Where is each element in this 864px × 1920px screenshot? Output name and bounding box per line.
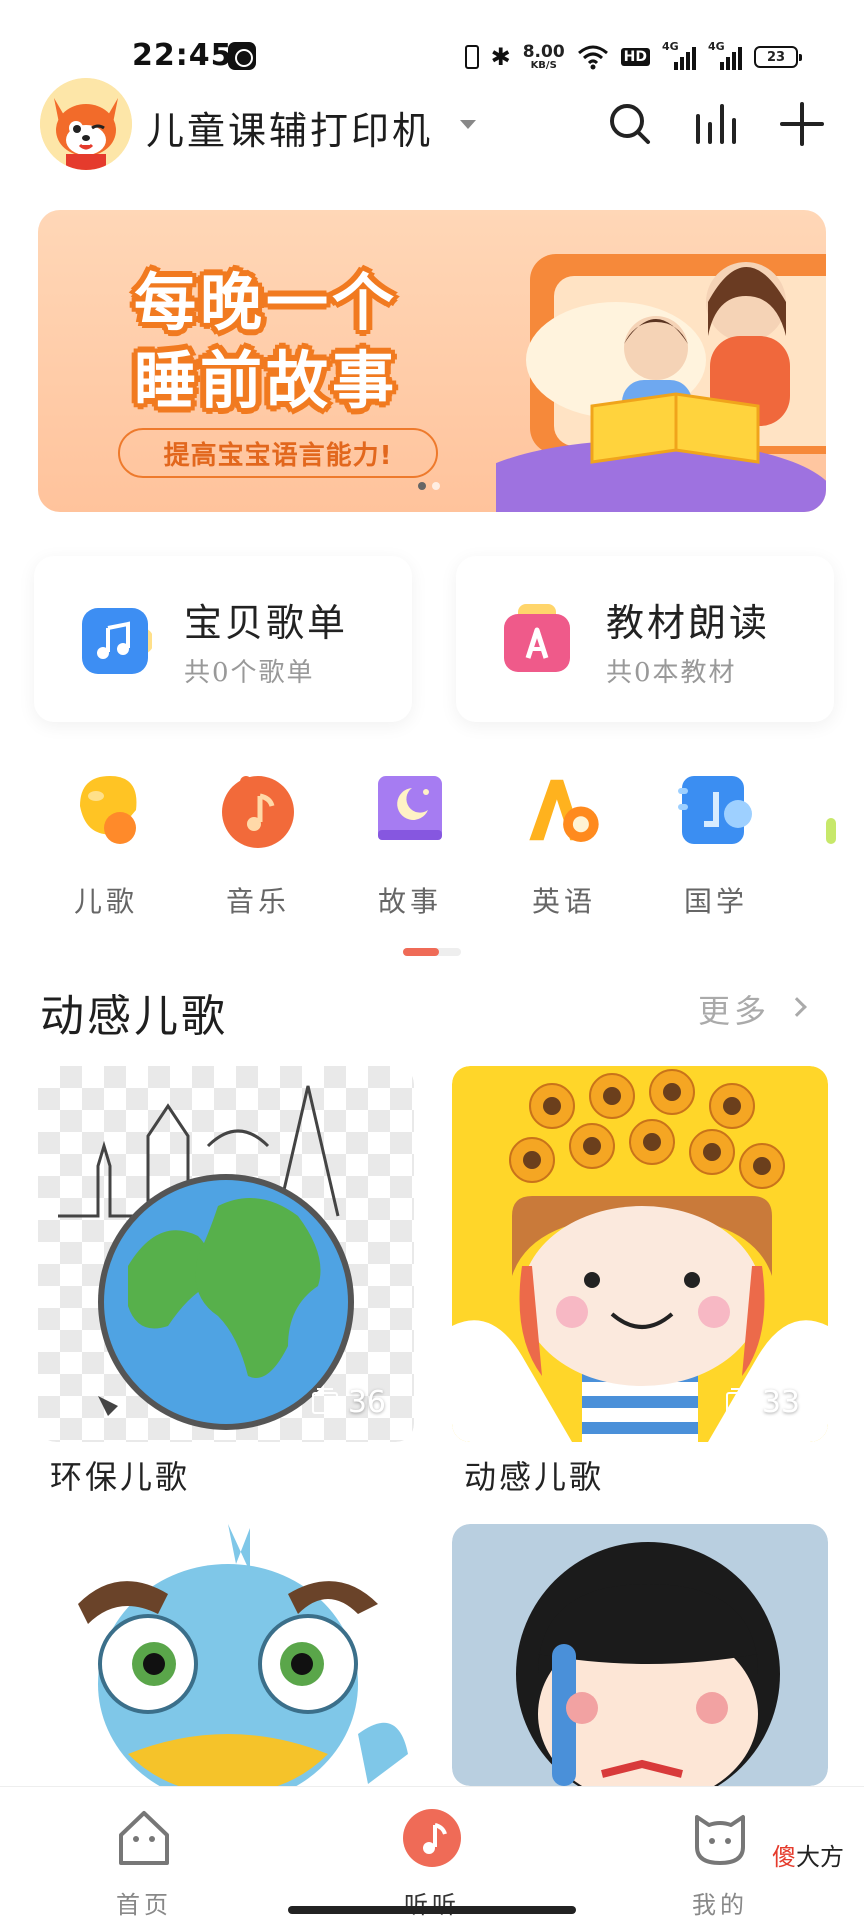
banner-title-line-2: 睡前故事 <box>134 344 399 417</box>
fox-avatar[interactable] <box>40 78 132 170</box>
banner-dot <box>432 482 440 490</box>
top-header: 儿童课辅打印机 <box>0 78 864 178</box>
music-note-icon <box>403 1809 461 1867</box>
banner-subtitle: 提高宝宝语言能力! <box>118 428 438 478</box>
album-cover: 33 <box>452 1066 828 1442</box>
playlist-icon <box>725 1387 752 1414</box>
scroll-book-icon <box>678 776 752 844</box>
wifi-icon <box>577 45 608 70</box>
watermark: 傻大方 <box>772 1837 844 1872</box>
baby-playlist-card[interactable]: 宝贝歌单 共0个歌单 <box>34 556 412 722</box>
textbook-reading-card[interactable]: 教材朗读 共0本教材 <box>456 556 834 722</box>
scroll-indicator-thumb <box>403 948 439 956</box>
banner-pagination <box>418 482 440 490</box>
textbook-reading-title: 教材朗读 <box>606 601 771 645</box>
search-icon[interactable] <box>604 98 656 150</box>
network-speed-unit: KB/S <box>530 59 557 71</box>
letters-icon <box>529 779 599 842</box>
device-name[interactable]: 儿童课辅打印机 <box>146 100 433 155</box>
status-indicators: ✱ 8.00 KB/S HD 4G 4G 23 <box>464 40 802 74</box>
add-icon[interactable] <box>776 98 828 150</box>
promo-banner[interactable]: 每晚一个 睡前故事 提高宝宝语言能力! <box>38 210 826 512</box>
more-link[interactable]: 更多 <box>698 986 770 1032</box>
equalizer-icon[interactable] <box>690 98 742 150</box>
bedtime-story-illustration <box>496 254 826 512</box>
battery-icon: 23 <box>754 46 802 68</box>
home-icon <box>119 1811 169 1865</box>
category-scroll-indicator <box>403 948 461 956</box>
signal-icon-1: 4G <box>662 40 696 72</box>
baby-playlist-title: 宝贝歌单 <box>184 601 349 645</box>
music-note-icon <box>82 608 152 674</box>
category-peek-icon <box>826 818 836 844</box>
nav-profile[interactable]: 我的 <box>650 1809 790 1920</box>
category-label: 儿歌 <box>73 885 138 918</box>
bluetooth-icon: ✱ <box>490 43 511 71</box>
profile-icon <box>695 1815 745 1865</box>
category-label: 英语 <box>531 885 596 918</box>
category-music[interactable]: 音乐 <box>198 770 318 920</box>
album-count-value: 33 <box>761 1385 800 1420</box>
album-card-dynamic-songs[interactable]: 33 <box>452 1066 828 1442</box>
category-label: 故事 <box>377 885 442 918</box>
notification-app-icon <box>228 42 256 70</box>
bob-haircut-girl-illustration <box>516 1542 780 1786</box>
album-cover <box>452 1524 828 1786</box>
nav-label: 听听 <box>404 1891 460 1919</box>
baby-playlist-count: 共0个歌单 <box>184 658 315 688</box>
nav-home[interactable]: 首页 <box>74 1809 214 1920</box>
hd-voice-icon: HD <box>620 48 650 66</box>
album-count-value: 36 <box>347 1385 386 1420</box>
watermark-highlight: 傻 <box>772 1844 796 1871</box>
music-disc-icon <box>222 776 294 848</box>
playlist-icon <box>311 1387 338 1414</box>
chevron-right-icon[interactable] <box>787 997 807 1017</box>
vibrate-icon <box>464 45 479 69</box>
nav-label: 首页 <box>116 1891 172 1919</box>
album-card-eco-songs[interactable]: 36 <box>38 1066 414 1442</box>
chevron-down-icon[interactable] <box>460 120 476 129</box>
textbook-icon <box>504 604 570 672</box>
section-title: 动感儿歌 <box>40 991 228 1042</box>
category-stories[interactable]: 故事 <box>350 770 470 920</box>
moon-book-icon <box>378 776 442 840</box>
bottom-navigation: 首页 听听 我的 傻大方 <box>0 1786 864 1920</box>
album-cover: 36 <box>38 1066 414 1442</box>
watermark-text: 大方 <box>796 1844 844 1871</box>
category-label: 国学 <box>683 885 748 918</box>
nav-listen[interactable]: 听听 <box>362 1809 502 1920</box>
album-name[interactable]: 环保儿歌 <box>50 1452 190 1498</box>
category-row: 儿歌 音乐 故事 英语 国学 <box>0 770 864 920</box>
signal-icon-2: 4G <box>708 40 742 72</box>
banner-dot-active <box>418 482 426 490</box>
banner-title-line-1: 每晚一个 <box>134 266 399 339</box>
nav-label: 我的 <box>692 1891 748 1919</box>
home-indicator[interactable] <box>288 1906 576 1914</box>
category-label: 音乐 <box>225 885 290 918</box>
bell-icon <box>80 776 137 844</box>
network-speed: 8.00 KB/S <box>522 41 565 71</box>
category-english[interactable]: 英语 <box>504 770 624 920</box>
album-card-girl[interactable] <box>452 1524 828 1786</box>
category-nursery-rhymes[interactable]: 儿歌 <box>46 770 166 920</box>
album-track-count: 33 <box>725 1385 800 1420</box>
album-name[interactable]: 动感儿歌 <box>464 1452 604 1498</box>
fox-mascot-icon <box>40 78 132 170</box>
cartoon-bird-illustration <box>78 1524 408 1786</box>
category-chinese-classics[interactable]: 国学 <box>656 770 776 920</box>
network-speed-value: 8.00 <box>522 41 565 62</box>
album-track-count: 36 <box>311 1385 386 1420</box>
album-card-bird[interactable] <box>38 1524 414 1786</box>
status-time: 22:45 <box>132 38 233 73</box>
textbook-reading-count: 共0本教材 <box>606 658 737 688</box>
